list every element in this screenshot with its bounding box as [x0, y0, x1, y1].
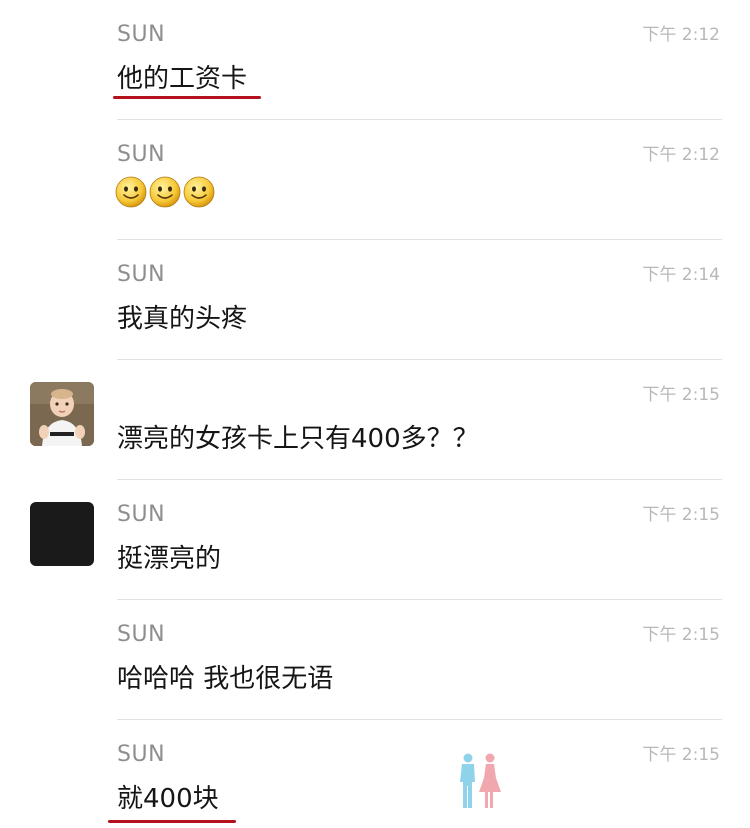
- baby-photo-image: [30, 382, 94, 446]
- message-item[interactable]: SUN 下午 2:15 就400块: [0, 720, 750, 828]
- message-text: 我真的头疼: [117, 304, 248, 334]
- message-item[interactable]: SUN 下午 2:12 他的工资卡: [0, 0, 750, 120]
- message-time: 下午 2:14: [642, 265, 720, 285]
- sender-name: SUN: [117, 262, 166, 287]
- emoji-row: [115, 176, 215, 208]
- message-time: 下午 2:15: [642, 745, 720, 765]
- chat-history: SUN 下午 2:12 他的工资卡 SUN 下午 2:12 SUN 下午 2:1…: [0, 0, 750, 828]
- message-time: 下午 2:15: [642, 385, 720, 405]
- smiling-face-emoji: [183, 176, 215, 208]
- message-text: 漂亮的女孩卡上只有400多？？: [117, 424, 479, 454]
- message-item[interactable]: SUN 下午 2:15 挺漂亮的: [0, 480, 750, 600]
- baby-photo-avatar[interactable]: [30, 382, 94, 446]
- red-underline: [113, 96, 261, 99]
- message-item[interactable]: SUN 下午 2:14 我真的头疼: [0, 240, 750, 360]
- sender-name: SUN: [117, 142, 166, 167]
- message-item[interactable]: SUN 下午 2:15 哈哈哈 我也很无语: [0, 600, 750, 720]
- message-item[interactable]: SUN 下午 2:12: [0, 120, 750, 240]
- couple-silhouette-icon: [460, 753, 501, 808]
- message-text: 挺漂亮的: [117, 544, 222, 574]
- sender-name: SUN: [117, 22, 166, 47]
- message-time: 下午 2:12: [642, 25, 720, 45]
- black-avatar[interactable]: [30, 502, 94, 566]
- message-time: 下午 2:15: [642, 625, 720, 645]
- red-underline: [108, 820, 236, 823]
- message-time: 下午 2:12: [642, 145, 720, 165]
- message-text: 哈哈哈 我也很无语: [117, 664, 334, 694]
- sender-name: SUN: [117, 742, 166, 767]
- message-text: 就400块: [117, 784, 219, 814]
- sender-name: SUN: [117, 622, 166, 647]
- message-text: 他的工资卡: [117, 64, 248, 94]
- smiling-face-emoji: [149, 176, 181, 208]
- message-time: 下午 2:15: [642, 505, 720, 525]
- sender-name: SUN: [117, 502, 166, 527]
- message-item[interactable]: 下午 2:15 漂亮的女孩卡上只有400多？？: [0, 360, 750, 480]
- smiling-face-emoji: [115, 176, 147, 208]
